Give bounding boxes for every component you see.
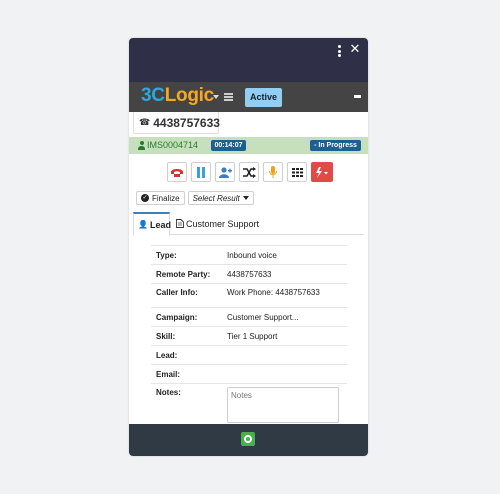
finalize-label: Finalize [152, 193, 180, 203]
detail-row-email: Email: [151, 364, 347, 383]
hold-icon [197, 166, 205, 178]
globe-button[interactable] [241, 432, 255, 446]
call-actions-toolbar [167, 162, 333, 182]
detail-label: Caller Info: [156, 288, 198, 297]
tab-customer-support-label: Customer Support [186, 218, 260, 229]
record-tabs: 👤 Lead Customer Support [133, 212, 364, 236]
phone-icon: ☎ [139, 117, 151, 128]
kebab-menu-icon[interactable] [335, 44, 343, 58]
detail-label: Notes: [156, 388, 181, 397]
brand-bar: 3CLogic Active [129, 82, 368, 112]
detail-value: Customer Support... [227, 312, 299, 322]
add-party-button[interactable] [215, 162, 235, 182]
select-result-label: Select Result [192, 193, 240, 203]
interaction-id: IMS0004714 [147, 140, 199, 150]
logo-part-2: Logic [164, 85, 214, 106]
detail-label: Type: [156, 250, 177, 260]
hamburger-menu-icon[interactable] [224, 93, 233, 101]
detail-row-lead: Lead: [151, 345, 347, 364]
detail-value: Inbound voice [227, 250, 277, 260]
phone-number: 4438757633 [153, 115, 220, 130]
keypad-button[interactable] [287, 162, 307, 182]
hangup-icon [171, 169, 183, 177]
notes-input[interactable] [227, 387, 339, 423]
transfer-button[interactable] [239, 162, 259, 182]
logo-dropdown-caret-icon[interactable] [213, 95, 219, 99]
agent-status-button[interactable]: Active [245, 88, 282, 107]
mute-button[interactable] [263, 162, 283, 182]
detail-row-type: Type: Inbound voice [151, 245, 347, 264]
detail-value: Work Phone: 4438757633 [227, 288, 320, 297]
transfer-icon [242, 166, 256, 178]
window-titlebar: ✕ [129, 38, 368, 82]
softphone-panel: ✕ 3CLogic Active ☎ 4438757633 IMS0004714… [129, 38, 368, 456]
minimize-icon[interactable] [354, 95, 361, 98]
finalize-button[interactable]: ✓ Finalize [136, 191, 185, 205]
add-party-icon [219, 166, 232, 178]
detail-label: Skill: [156, 331, 176, 341]
chevron-down-icon [242, 196, 249, 200]
detail-label: Email: [156, 369, 181, 379]
hangup-button[interactable] [167, 162, 187, 182]
tab-lead[interactable]: 👤 Lead [133, 212, 171, 236]
logo[interactable]: 3CLogic [141, 85, 214, 107]
detail-row-skill: Skill: Tier 1 Support [151, 326, 347, 345]
detail-value: 4438757633 [227, 269, 272, 279]
close-icon[interactable]: ✕ [348, 42, 362, 58]
globe-icon [244, 435, 252, 443]
user-icon [138, 140, 145, 150]
alert-dropdown-icon [316, 166, 328, 178]
logo-part-1: 3C [141, 85, 165, 106]
mute-microphone-icon [269, 166, 277, 178]
detail-label: Lead: [156, 350, 178, 360]
detail-label: Campaign: [156, 312, 198, 322]
user-icon: 👤 [138, 220, 148, 229]
lead-details: Type: Inbound voice Remote Party: 443875… [151, 245, 347, 423]
detail-row-remote-party: Remote Party: 4438757633 [151, 264, 347, 283]
detail-row-caller-info: Caller Info: Work Phone: 4438757633 [151, 283, 347, 307]
tab-customer-support[interactable]: Customer Support [176, 212, 259, 235]
tab-lead-label: Lead [149, 219, 171, 230]
footer-bar [129, 424, 368, 456]
document-icon [176, 219, 184, 228]
status-badge: - In Progress [310, 140, 361, 151]
detail-row-notes: Notes: [151, 383, 347, 423]
alert-dropdown-button[interactable] [311, 162, 333, 182]
detail-row-campaign: Campaign: Customer Support... [151, 307, 347, 326]
call-timer: 00:14:07 [211, 140, 246, 151]
detail-value: Tier 1 Support [227, 331, 278, 341]
select-result-dropdown[interactable]: Select Result [187, 191, 254, 205]
disposition-row: ✓ Finalize Select Result [136, 191, 254, 205]
call-status-bar: IMS0004714 00:14:07 - In Progress [129, 137, 368, 154]
keypad-icon [291, 167, 303, 177]
check-circle-icon: ✓ [141, 194, 149, 202]
interaction-link[interactable]: IMS0004714 [138, 140, 198, 150]
hold-button[interactable] [191, 162, 211, 182]
phone-number-tab[interactable]: ☎ 4438757633 [133, 112, 220, 134]
detail-label: Remote Party: [156, 269, 211, 279]
